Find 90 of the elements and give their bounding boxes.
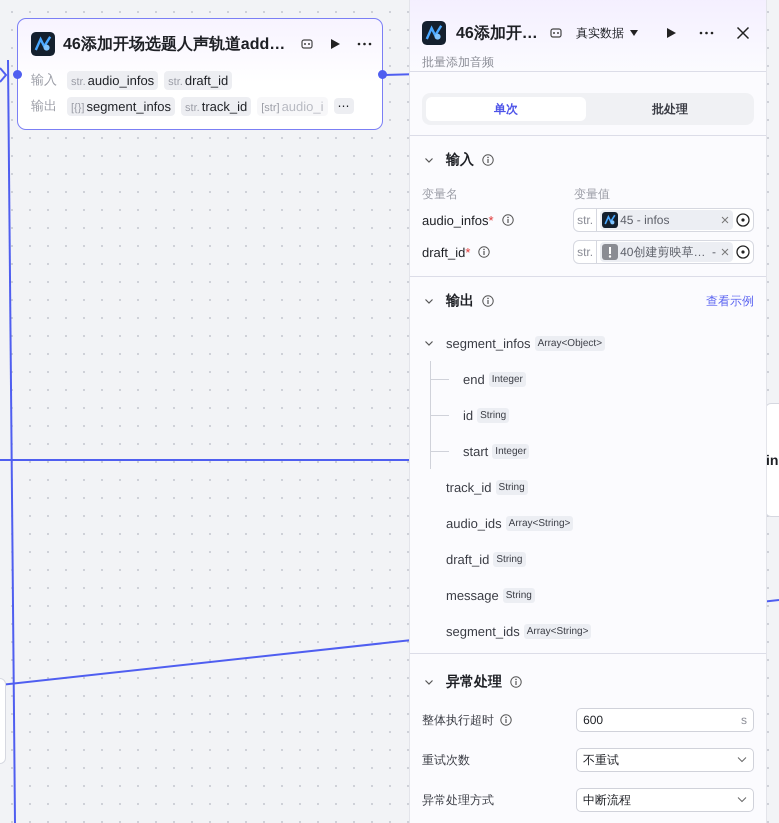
select-field[interactable]: 中断流程 bbox=[576, 788, 754, 812]
data-mode-dropdown[interactable]: 真实数据 bbox=[572, 24, 643, 42]
more-button[interactable]: ⋯ bbox=[334, 98, 354, 114]
field-name: end bbox=[463, 372, 485, 386]
tab[interactable]: 单次 bbox=[426, 97, 586, 121]
section-title: 输出 bbox=[446, 292, 474, 310]
variable-name: audio_infos bbox=[422, 212, 488, 228]
chevron-icon[interactable] bbox=[422, 296, 436, 306]
port-dot[interactable] bbox=[13, 70, 22, 79]
field-name: message bbox=[446, 588, 499, 602]
info-icon[interactable] bbox=[482, 154, 494, 166]
variable-tag: [{}]segment_infos bbox=[67, 96, 176, 116]
type-tag: String bbox=[477, 408, 510, 422]
required-mark: * bbox=[465, 244, 470, 260]
required-mark: * bbox=[488, 212, 494, 228]
panel-title: 46添加开… bbox=[456, 24, 538, 44]
field-name: start bbox=[463, 444, 488, 458]
info-icon[interactable] bbox=[510, 676, 522, 688]
timeout-field[interactable]: 600 s bbox=[576, 708, 754, 732]
example-link[interactable]: 查看示例 bbox=[706, 292, 754, 310]
target-icon[interactable] bbox=[736, 213, 750, 227]
mask-icon[interactable] bbox=[550, 27, 562, 39]
clear-icon[interactable] bbox=[721, 248, 729, 256]
chevron-icon[interactable] bbox=[422, 677, 436, 687]
setting-label: 异常处理方式 bbox=[422, 792, 494, 808]
field-name: audio_ids bbox=[446, 516, 502, 530]
type-tag: String bbox=[493, 552, 526, 566]
app-icon bbox=[602, 212, 618, 228]
type-tag: Array<String> bbox=[506, 516, 574, 530]
field-name: segment_ids bbox=[446, 624, 520, 638]
caret-icon bbox=[628, 28, 639, 38]
type-label: str. bbox=[574, 241, 598, 263]
column-header: 变量值 bbox=[574, 186, 611, 202]
setting-label: 重试次数 bbox=[422, 752, 470, 768]
variable-tag: str.draft_id bbox=[164, 70, 232, 90]
info-icon[interactable] bbox=[502, 214, 514, 226]
field-name: track_id bbox=[446, 480, 492, 494]
select-field[interactable]: 不重试 bbox=[576, 748, 754, 772]
variable-name: draft_id bbox=[422, 244, 466, 260]
chevron-down-icon bbox=[737, 795, 747, 805]
column-header: 变量名 bbox=[422, 186, 459, 202]
app-icon bbox=[422, 21, 446, 45]
setting-label: 整体执行超时 bbox=[422, 712, 494, 728]
play-icon[interactable] bbox=[664, 27, 677, 39]
chevron-down-icon bbox=[737, 755, 747, 765]
field-value: 不重试 bbox=[583, 752, 620, 768]
type-label: str. bbox=[574, 209, 598, 231]
field-value: 中断流程 bbox=[583, 792, 632, 808]
port-label: 输出 bbox=[31, 97, 57, 115]
clear-icon[interactable] bbox=[721, 216, 729, 224]
type-tag: String bbox=[496, 480, 528, 494]
variable-tag: [str]audio_i bbox=[257, 96, 328, 116]
chevron-icon[interactable] bbox=[422, 155, 436, 165]
info-icon[interactable] bbox=[478, 246, 490, 258]
type-tag: Integer bbox=[488, 372, 526, 386]
warning-icon bbox=[602, 244, 618, 260]
section-title: 输入 bbox=[446, 151, 474, 169]
port-dot[interactable] bbox=[378, 70, 387, 79]
play-icon[interactable] bbox=[329, 38, 342, 50]
variable-tag: str.track_id bbox=[181, 96, 252, 116]
section-title: 异常处理 bbox=[446, 673, 502, 691]
info-icon[interactable] bbox=[482, 295, 494, 307]
variable-tag: str.audio_infos bbox=[67, 70, 158, 90]
node-text: in bbox=[766, 452, 778, 468]
reference-chip[interactable]: 45 - infos bbox=[600, 210, 733, 230]
reference-field[interactable]: str. 45 - infos bbox=[573, 208, 754, 232]
close-icon[interactable] bbox=[736, 26, 750, 40]
port-label: 输入 bbox=[31, 71, 57, 89]
node-title: 46添加开场选题人声轨道add… bbox=[63, 34, 286, 54]
reference-value: 45 - infos bbox=[620, 213, 670, 227]
reference-field[interactable]: str. 40创建剪映草… - bbox=[573, 240, 754, 264]
info-icon[interactable] bbox=[500, 714, 512, 726]
type-tag: Array<Object> bbox=[534, 336, 606, 350]
field-value: 600 bbox=[583, 713, 604, 727]
target-icon[interactable] bbox=[736, 245, 750, 259]
type-tag: Integer bbox=[492, 444, 530, 458]
field-name: draft_id bbox=[446, 552, 490, 566]
app-icon bbox=[31, 32, 55, 56]
type-tag: Array<String> bbox=[524, 624, 592, 638]
panel-subtitle: 批量添加音频 bbox=[422, 54, 495, 71]
unit-label: s bbox=[741, 713, 747, 727]
field-name: segment_infos bbox=[446, 336, 531, 350]
reference-value: 40创建剪映草… bbox=[620, 244, 706, 260]
reference-suffix: - bbox=[712, 245, 716, 259]
reference-chip[interactable]: 40创建剪映草… - bbox=[600, 242, 733, 262]
mask-icon[interactable] bbox=[301, 38, 314, 50]
chevron-icon[interactable] bbox=[422, 338, 436, 348]
field-name: id bbox=[463, 408, 474, 422]
type-tag: String bbox=[502, 588, 535, 602]
tab[interactable]: 批处理 bbox=[590, 97, 750, 121]
